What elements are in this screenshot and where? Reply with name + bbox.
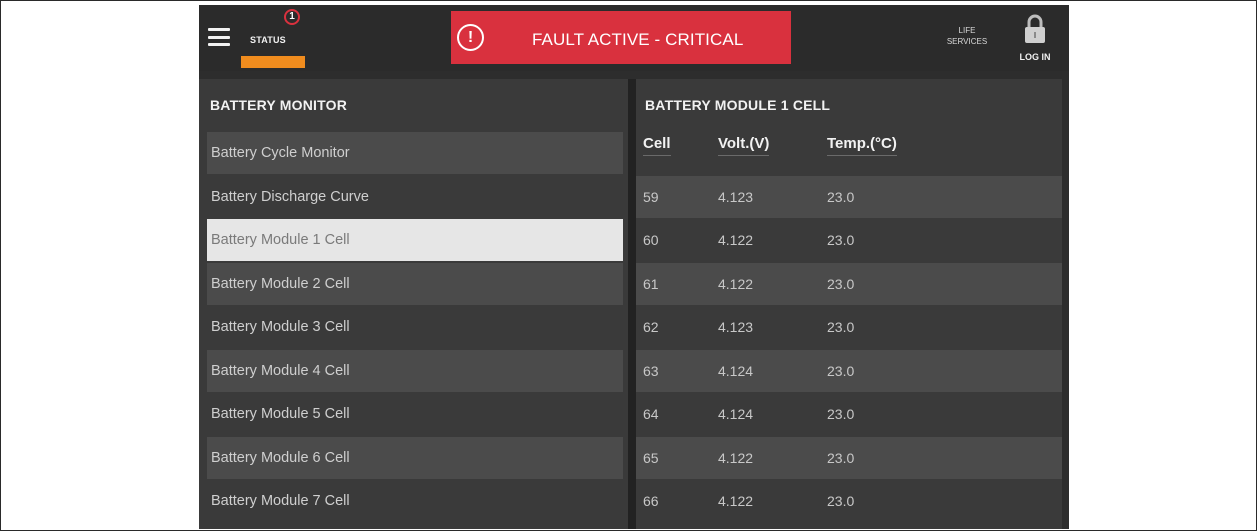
menu-item-battery-module-6-cell[interactable]: Battery Module 6 Cell: [207, 437, 623, 479]
life-services-button[interactable]: LIFE SERVICES: [937, 25, 997, 47]
table-row: 59 4.123 23.0: [636, 176, 1062, 218]
column-header-temperature: Temp.(°C): [827, 135, 897, 156]
device-screen: 1 STATUS ! FAULT ACTIVE - CRITICAL LIFE …: [199, 5, 1069, 529]
cell-table-title: BATTERY MODULE 1 CELL: [645, 97, 831, 113]
table-row: 62 4.123 23.0: [636, 306, 1062, 348]
cell-number: 60: [643, 232, 659, 248]
cell-voltage: 4.123: [718, 189, 754, 205]
hamburger-menu-icon[interactable]: [208, 28, 230, 46]
cell-number: 61: [643, 276, 659, 292]
cell-temperature: 23.0: [827, 189, 855, 205]
menu-item-battery-discharge-curve[interactable]: Battery Discharge Curve: [207, 176, 623, 218]
login-label: LOG IN: [1019, 52, 1051, 62]
status-button[interactable]: 1 STATUS: [239, 7, 311, 69]
table-row: 64 4.124 23.0: [636, 393, 1062, 435]
fault-banner-text: FAULT ACTIVE - CRITICAL: [532, 30, 744, 49]
cell-number: 65: [643, 450, 659, 466]
right-edge: [1062, 79, 1069, 529]
menu-item-battery-module-1-cell[interactable]: Battery Module 1 Cell: [207, 219, 623, 261]
table-row: 61 4.122 23.0: [636, 263, 1062, 305]
screenshot-frame: 1 STATUS ! FAULT ACTIVE - CRITICAL LIFE …: [0, 0, 1257, 531]
status-active-indicator: [241, 56, 305, 68]
menu-item-battery-module-3-cell[interactable]: Battery Module 3 Cell: [207, 306, 623, 348]
battery-monitor-panel: BATTERY MONITOR Battery Cycle Monitor Ba…: [199, 79, 628, 529]
cell-voltage: 4.123: [718, 319, 754, 335]
login-button[interactable]: LOG IN: [1011, 12, 1059, 66]
table-row: 60 4.122 23.0: [636, 219, 1062, 261]
cell-voltage: 4.122: [718, 493, 754, 509]
cell-temperature: 23.0: [827, 319, 855, 335]
cell-temperature: 23.0: [827, 450, 855, 466]
top-bar: 1 STATUS ! FAULT ACTIVE - CRITICAL LIFE …: [199, 5, 1069, 71]
menu-item-battery-module-7-cell[interactable]: Battery Module 7 Cell: [207, 480, 623, 522]
cell-temperature: 23.0: [827, 232, 855, 248]
panel-divider: [628, 79, 636, 529]
life-services-line1: LIFE: [958, 26, 976, 35]
life-services-line2: SERVICES: [946, 37, 988, 46]
table-row: 66 4.122 23.0: [636, 480, 1062, 522]
cell-number: 63: [643, 363, 659, 379]
cell-voltage: 4.124: [718, 363, 754, 379]
cell-number: 59: [643, 189, 659, 205]
column-header-cell: Cell: [643, 135, 671, 156]
cell-voltage: 4.122: [718, 450, 754, 466]
cell-voltage: 4.122: [718, 276, 754, 292]
status-label: STATUS: [250, 35, 286, 45]
status-alert-badge: 1: [284, 9, 300, 25]
cell-voltage: 4.124: [718, 406, 754, 422]
padlock-icon: [1025, 14, 1045, 43]
cell-temperature: 23.0: [827, 363, 855, 379]
cell-temperature: 23.0: [827, 493, 855, 509]
cell-temperature: 23.0: [827, 406, 855, 422]
exclamation-circle-icon: !: [457, 24, 484, 51]
menu-item-battery-module-5-cell[interactable]: Battery Module 5 Cell: [207, 393, 623, 435]
panel-title: BATTERY MONITOR: [210, 97, 348, 113]
menu-item-battery-module-4-cell[interactable]: Battery Module 4 Cell: [207, 350, 623, 392]
menu-item-battery-module-2-cell[interactable]: Battery Module 2 Cell: [207, 263, 623, 305]
battery-module-cell-panel: BATTERY MODULE 1 CELL Cell Volt.(V) Temp…: [636, 79, 1062, 529]
cell-voltage: 4.122: [718, 232, 754, 248]
cell-number: 66: [643, 493, 659, 509]
column-header-voltage: Volt.(V): [718, 135, 770, 156]
table-row: 65 4.122 23.0: [636, 437, 1062, 479]
fault-banner[interactable]: ! FAULT ACTIVE - CRITICAL: [451, 11, 791, 64]
menu-item-battery-cycle-monitor[interactable]: Battery Cycle Monitor: [207, 132, 623, 174]
cell-number: 62: [643, 319, 659, 335]
table-row: 63 4.124 23.0: [636, 350, 1062, 392]
cell-temperature: 23.0: [827, 276, 855, 292]
cell-number: 64: [643, 406, 659, 422]
